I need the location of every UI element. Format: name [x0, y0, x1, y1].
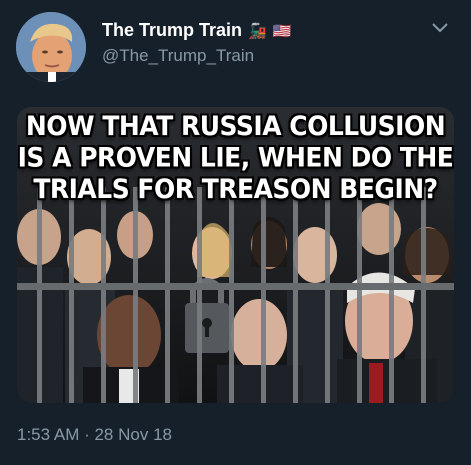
- user-handle[interactable]: @The_Trump_Train: [102, 46, 254, 66]
- display-name[interactable]: The Trump Train: [102, 20, 242, 41]
- train-emoji-icon: 🚂: [248, 22, 267, 40]
- meme-caption: NOW THAT RUSSIA COLLUSION IS A PROVEN LI…: [17, 110, 454, 205]
- us-flag-emoji-icon: 🇺🇸: [272, 22, 292, 40]
- profile-photo: [16, 12, 86, 82]
- avatar[interactable]: [16, 12, 86, 82]
- tweet-image[interactable]: NOW THAT RUSSIA COLLUSION IS A PROVEN LI…: [17, 107, 454, 403]
- tweet-timestamp[interactable]: 1:53 AM · 28 Nov 18: [17, 425, 172, 445]
- chevron-down-icon[interactable]: [431, 22, 449, 34]
